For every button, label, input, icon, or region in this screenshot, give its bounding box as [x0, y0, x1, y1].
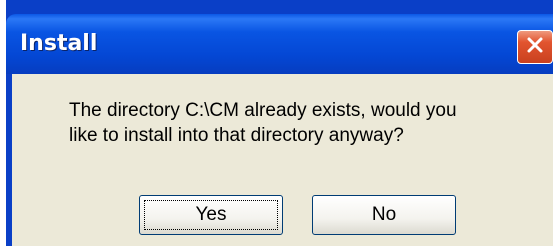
yes-button[interactable]: Yes: [139, 195, 283, 235]
no-button-label: No: [371, 204, 397, 225]
no-button[interactable]: No: [312, 195, 456, 235]
yes-button-label: Yes: [195, 204, 227, 225]
dialog-message: The directory C:\CM already exists, woul…: [69, 98, 539, 148]
close-button[interactable]: [517, 30, 553, 64]
dialog-body: The directory C:\CM already exists, woul…: [12, 74, 553, 246]
message-line: The directory C:\CM already exists, woul…: [69, 100, 457, 121]
close-icon: [525, 35, 545, 60]
message-line: like to install into that directory anyw…: [69, 125, 404, 146]
dialog-title: Install: [20, 31, 98, 56]
title-bar[interactable]: Install: [6, 14, 553, 74]
install-dialog: Install The directory C:\CM already exis…: [6, 0, 553, 246]
